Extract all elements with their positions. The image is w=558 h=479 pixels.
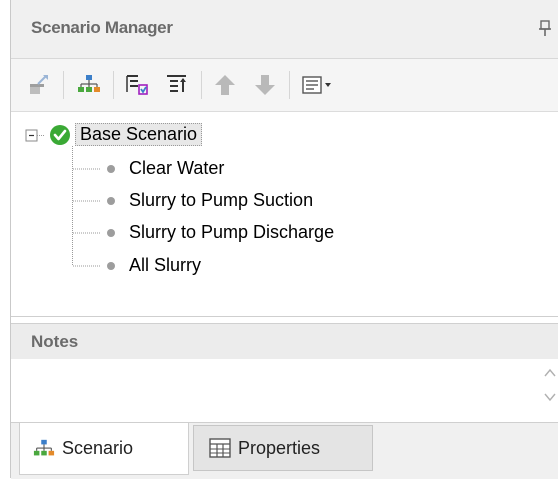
add-sibling-scenario-button[interactable] <box>161 69 193 101</box>
tree-node-slurry-to-pump-discharge[interactable]: Slurry to Pump Discharge <box>129 222 334 243</box>
properties-grid-icon <box>209 438 231 458</box>
tree-node-slurry-to-pump-suction[interactable]: Slurry to Pump Suction <box>129 190 313 211</box>
move-down-button[interactable] <box>249 69 281 101</box>
move-up-arrow-icon <box>215 75 235 95</box>
notes-header: Notes <box>11 323 558 360</box>
clone-scenario-button[interactable] <box>23 69 55 101</box>
scenario-tree: Base Scenario Clear Water Slurry to Pump… <box>11 112 558 317</box>
tab-scenario-label: Scenario <box>62 438 134 458</box>
tree-node-all-slurry[interactable]: All Slurry <box>129 255 201 276</box>
add-sibling-scenario-icon <box>167 75 186 92</box>
active-scenario-check-icon <box>50 125 70 145</box>
notes-textarea[interactable] <box>11 359 558 419</box>
list-view-dropdown-icon <box>302 76 331 94</box>
scroll-up-icon[interactable] <box>543 367 557 379</box>
panel-title: Scenario Manager <box>31 18 173 37</box>
scenario-tree-button[interactable] <box>73 69 105 101</box>
notes-label: Notes <box>31 332 79 351</box>
scenario-tree-icon <box>78 75 100 92</box>
tree-root-base-scenario[interactable]: Base Scenario <box>75 123 203 146</box>
panel-title-bar: Scenario Manager <box>11 0 558 59</box>
tree-node-clear-water[interactable]: Clear Water <box>129 158 224 179</box>
tab-scenario[interactable]: Scenario <box>19 423 189 475</box>
list-view-dropdown-button[interactable] <box>299 69 341 101</box>
scenario-tree-icon <box>33 439 55 455</box>
scroll-down-icon[interactable] <box>543 391 557 403</box>
clone-scenario-icon <box>30 75 48 94</box>
add-child-scenario-icon <box>126 75 148 95</box>
scenario-manager-panel: Scenario Manager Base Scenario Clear Wat… <box>10 0 558 479</box>
add-child-scenario-button[interactable] <box>121 69 153 101</box>
scenario-toolbar <box>11 59 558 112</box>
bottom-tab-bar: Scenario Properties <box>11 422 558 479</box>
move-down-arrow-icon <box>255 75 275 95</box>
pin-icon[interactable] <box>539 18 551 38</box>
move-up-button[interactable] <box>209 69 241 101</box>
tab-properties-label: Properties <box>238 437 321 458</box>
tab-properties[interactable]: Properties <box>193 425 373 471</box>
